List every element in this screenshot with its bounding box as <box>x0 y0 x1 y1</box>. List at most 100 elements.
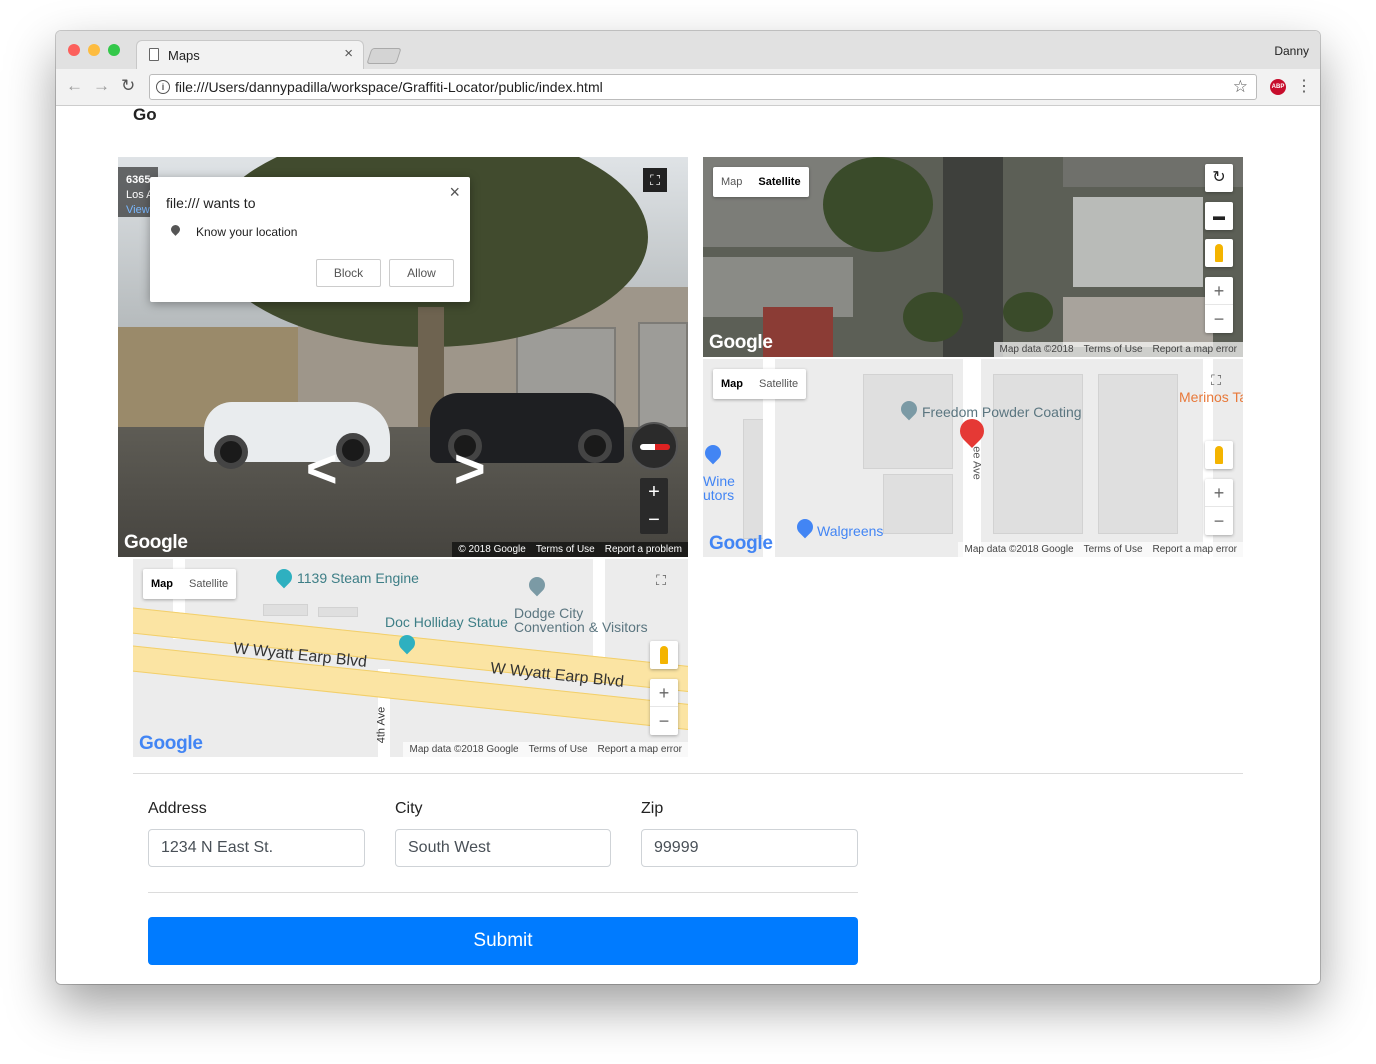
road-map[interactable]: Freedom Powder Coating Merinos Ta Wine u… <box>703 359 1243 557</box>
roof <box>1063 297 1213 347</box>
red-roof <box>763 307 833 357</box>
browser-tab[interactable]: Maps × <box>136 40 364 69</box>
pegman-icon[interactable] <box>650 641 678 669</box>
browser-toolbar: ← → ↻ i file:///Users/dannypadilla/works… <box>56 69 1320 106</box>
close-window-button[interactable] <box>68 44 80 56</box>
terms-link[interactable]: Terms of Use <box>1084 544 1143 557</box>
poi-label[interactable]: Freedom Powder Coating <box>922 404 1082 420</box>
wheel <box>578 429 612 463</box>
street <box>593 559 605 669</box>
map-type-satellite-button[interactable]: Satellite <box>181 569 236 599</box>
google-logo: Google <box>709 332 773 353</box>
map-type-control: Map Satellite <box>713 167 809 197</box>
road-map[interactable]: 1139 Steam Engine Doc Holliday Statue Do… <box>133 559 688 757</box>
address-input[interactable] <box>148 829 365 867</box>
report-error-link[interactable]: Report a map error <box>1153 544 1237 557</box>
zoom-out-button[interactable]: − <box>1205 305 1233 333</box>
profile-name[interactable]: Danny <box>1274 44 1309 58</box>
wheel <box>336 433 370 467</box>
map-type-control: Map Satellite <box>713 369 807 399</box>
adblock-icon[interactable]: ABP <box>1270 79 1286 95</box>
maximize-window-button[interactable] <box>108 44 120 56</box>
permission-request-text: Know your location <box>196 225 298 239</box>
page-content: Go < > + − ⛶ 6365 Los A View Google © 20… <box>56 105 1320 984</box>
map-type-map-button[interactable]: Map <box>713 167 750 197</box>
map-type-map-button[interactable]: Map <box>143 569 181 599</box>
zoom-out-button[interactable]: − <box>650 707 678 735</box>
streetview-zoom-control: + − <box>640 478 668 534</box>
reload-icon[interactable]: ↻ <box>121 76 135 96</box>
street-label: 4th Ave <box>375 706 388 744</box>
popup-close-icon[interactable]: × <box>449 182 460 203</box>
browser-window: Maps × Danny ← → ↻ i file:///Users/danny… <box>56 31 1320 984</box>
pan-right-arrow-icon[interactable]: > <box>454 442 486 496</box>
tab-close-icon[interactable]: × <box>344 46 353 62</box>
fullscreen-icon[interactable]: ⛶ <box>643 168 667 192</box>
zoom-in-button[interactable]: + <box>1205 277 1233 305</box>
terms-link[interactable]: Terms of Use <box>536 544 595 557</box>
poi-label[interactable]: Walgreens <box>817 523 883 539</box>
fullscreen-icon[interactable]: ⛶ <box>1202 366 1230 394</box>
map-type-satellite-button[interactable]: Satellite <box>751 369 806 399</box>
poi-marker-icon[interactable] <box>525 573 549 597</box>
new-tab-button[interactable] <box>366 48 402 64</box>
pegman-icon[interactable] <box>1205 441 1233 469</box>
report-error-link[interactable]: Report a map error <box>598 744 682 757</box>
browser-menu-icon[interactable]: ⋮ <box>1296 76 1312 96</box>
zoom-out-button[interactable]: − <box>1205 507 1233 535</box>
bookmark-star-icon[interactable]: ☆ <box>1233 77 1248 97</box>
map-type-map-button[interactable]: Map <box>713 369 751 399</box>
zoom-control: + − <box>1205 277 1233 333</box>
fullscreen-icon[interactable]: ⛶ <box>647 566 675 594</box>
pegman-icon[interactable] <box>1205 239 1233 267</box>
terms-link[interactable]: Terms of Use <box>1084 344 1143 357</box>
attribution-bar: Map data ©2018 Terms of Use Report a map… <box>993 342 1243 357</box>
url-text[interactable]: file:///Users/dannypadilla/workspace/Gra… <box>175 79 603 95</box>
back-icon[interactable]: ← <box>66 76 83 96</box>
google-logo: Google <box>709 533 773 554</box>
zoom-in-button[interactable]: + <box>1205 479 1233 507</box>
city-input[interactable] <box>395 829 611 867</box>
map-type-satellite-button[interactable]: Satellite <box>750 167 808 197</box>
compass-icon[interactable] <box>630 422 678 470</box>
building-block <box>263 604 308 616</box>
address-label: Address <box>148 800 207 817</box>
zip-input[interactable] <box>641 829 858 867</box>
report-problem-link[interactable]: Report a problem <box>605 544 682 557</box>
attraction-poi-icon[interactable] <box>272 565 296 589</box>
title-bar: Maps × Danny <box>56 31 1320 69</box>
tab-title: Maps <box>168 48 200 63</box>
poi-label[interactable]: 1139 Steam Engine <box>297 570 419 586</box>
tree <box>903 292 963 342</box>
minimize-window-button[interactable] <box>88 44 100 56</box>
submit-button[interactable]: Submit <box>148 917 858 965</box>
block-button[interactable]: Block <box>316 259 381 287</box>
tree <box>1003 292 1053 332</box>
rotate-icon[interactable]: ↻ <box>1205 164 1233 192</box>
poi-label[interactable]: Doc Holliday Statue <box>385 614 508 630</box>
city-label: City <box>395 800 423 817</box>
zoom-in-button[interactable]: + <box>650 679 678 707</box>
building-block <box>1098 374 1178 534</box>
zoom-in-button[interactable]: + <box>640 478 668 506</box>
pan-left-arrow-icon[interactable]: < <box>306 442 338 496</box>
satellite-map[interactable]: Map Satellite ↻ ▬ + − Google Map data ©2… <box>703 157 1243 357</box>
forward-icon[interactable]: → <box>93 76 110 96</box>
map-data-text: Map data ©2018 Google <box>964 544 1074 555</box>
attribution-bar: © 2018 Google Terms of Use Report a prob… <box>452 542 688 557</box>
site-info-icon[interactable]: i <box>156 80 170 94</box>
report-error-link[interactable]: Report a map error <box>1153 344 1237 357</box>
poi-label[interactable]: utors <box>703 487 734 503</box>
terms-link[interactable]: Terms of Use <box>529 744 588 757</box>
address-bar[interactable]: i file:///Users/dannypadilla/workspace/G… <box>149 74 1257 100</box>
zoom-out-button[interactable]: − <box>640 506 668 534</box>
shopping-poi-icon[interactable] <box>793 515 817 539</box>
building-block <box>318 607 358 617</box>
poi-label[interactable]: Convention & Visitors <box>514 619 648 635</box>
shopping-poi-icon[interactable] <box>703 441 725 465</box>
zoom-control: + − <box>1205 479 1233 535</box>
tilt-icon[interactable]: ▬ <box>1205 202 1233 230</box>
allow-button[interactable]: Allow <box>389 259 454 287</box>
street-label: ee Ave <box>970 446 983 480</box>
zip-label: Zip <box>641 800 664 817</box>
